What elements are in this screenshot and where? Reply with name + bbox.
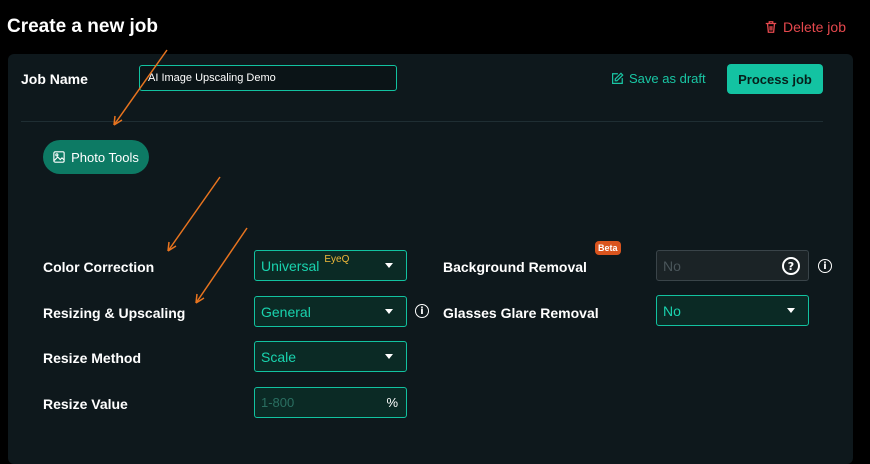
background-removal-label: Background Removal bbox=[443, 259, 587, 275]
resize-value-placeholder: 1-800 bbox=[261, 395, 295, 410]
chevron-down-icon bbox=[385, 354, 393, 359]
delete-job-label: Delete job bbox=[782, 19, 846, 35]
chevron-down-icon bbox=[385, 309, 393, 314]
color-correction-select[interactable]: Universal EyeQ bbox=[254, 250, 407, 281]
glasses-glare-removal-label: Glasses Glare Removal bbox=[443, 305, 599, 321]
photo-tools-label: Photo Tools bbox=[71, 149, 139, 165]
color-correction-value: Universal bbox=[261, 257, 320, 274]
color-correction-label: Color Correction bbox=[43, 259, 155, 275]
resize-value-label: Resize Value bbox=[43, 396, 128, 412]
divider bbox=[21, 121, 823, 122]
percent-suffix: % bbox=[386, 395, 398, 410]
background-removal-placeholder: No bbox=[663, 257, 681, 274]
process-job-button[interactable]: Process job bbox=[727, 64, 823, 94]
resizing-upscaling-value: General bbox=[261, 303, 311, 320]
background-removal-select[interactable]: No ? bbox=[656, 250, 809, 281]
save-as-draft-label: Save as draft bbox=[629, 71, 706, 86]
resizing-upscaling-label: Resizing & Upscaling bbox=[43, 305, 186, 321]
resize-method-value: Scale bbox=[261, 348, 297, 365]
resize-method-label: Resize Method bbox=[43, 350, 142, 366]
glasses-glare-removal-value: No bbox=[663, 302, 681, 319]
info-icon[interactable]: i bbox=[818, 259, 832, 273]
edit-icon bbox=[612, 71, 624, 84]
job-name-input[interactable] bbox=[139, 65, 397, 91]
chevron-down-icon bbox=[385, 263, 393, 268]
image-icon bbox=[53, 151, 65, 163]
chevron-down-icon bbox=[787, 308, 795, 313]
beta-badge: Beta bbox=[595, 241, 621, 255]
resize-value-input[interactable]: 1-800 % bbox=[254, 387, 407, 418]
help-icon[interactable]: ? bbox=[782, 257, 800, 275]
eyeq-tag: EyeQ bbox=[324, 254, 350, 265]
photo-tools-tab[interactable]: Photo Tools bbox=[43, 140, 149, 174]
trash-icon bbox=[765, 21, 777, 33]
job-name-label: Job Name bbox=[21, 71, 88, 87]
save-as-draft-button[interactable]: Save as draft bbox=[610, 71, 706, 86]
resize-method-select[interactable]: Scale bbox=[254, 341, 407, 372]
resizing-upscaling-select[interactable]: General bbox=[254, 296, 407, 327]
delete-job-button[interactable]: Delete job bbox=[764, 19, 846, 35]
info-icon[interactable]: i bbox=[415, 304, 429, 318]
glasses-glare-removal-select[interactable]: No bbox=[656, 295, 809, 326]
page-title: Create a new job bbox=[7, 16, 158, 37]
